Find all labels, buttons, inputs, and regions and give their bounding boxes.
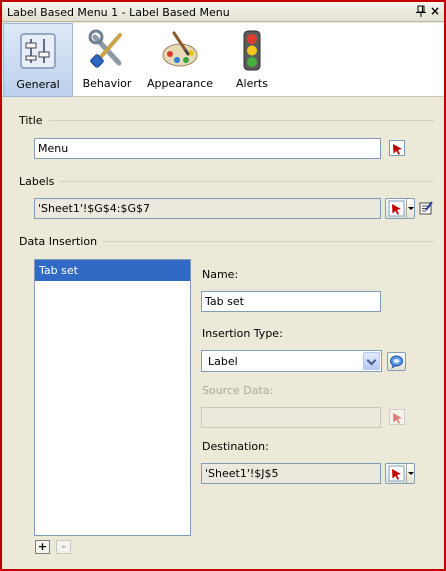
insertion-type-value: Label xyxy=(208,355,238,368)
insertion-type-select[interactable]: Label xyxy=(201,350,382,372)
name-label: Name: xyxy=(202,268,239,281)
labels-section-heading: Labels xyxy=(19,175,434,189)
title-bar[interactable]: Label Based Menu 1 - Label Based Menu × xyxy=(2,2,444,22)
labels-range-input[interactable]: 'Sheet1'!$G$4:$G$7 xyxy=(34,198,381,219)
tab-general-label: General xyxy=(16,78,60,91)
tab-appearance[interactable]: Appearance xyxy=(144,23,216,97)
speech-bubble-icon xyxy=(390,355,403,369)
tab-behavior[interactable]: Behavior xyxy=(76,23,138,97)
pin-icon[interactable] xyxy=(415,5,427,18)
behavior-tools-icon xyxy=(87,29,127,71)
title-input[interactable]: Menu xyxy=(34,138,381,159)
destination-selector-split-button[interactable] xyxy=(385,463,415,484)
window-title: Label Based Menu 1 - Label Based Menu xyxy=(7,6,230,19)
edit-labels-icon[interactable] xyxy=(419,200,434,216)
name-input[interactable]: Tab set xyxy=(201,291,381,312)
destination-input[interactable]: 'Sheet1'!$J$5 xyxy=(201,463,381,484)
cell-selector-icon[interactable] xyxy=(388,139,407,158)
tab-alerts[interactable]: Alerts xyxy=(224,23,280,97)
properties-window: Label Based Menu 1 - Label Based Menu × xyxy=(0,0,446,571)
chevron-down-icon[interactable] xyxy=(406,199,414,218)
insertion-type-label: Insertion Type: xyxy=(202,327,283,340)
general-properties-icon xyxy=(18,30,58,72)
source-data-input[interactable] xyxy=(201,407,381,428)
insertion-info-button[interactable] xyxy=(387,352,406,371)
tab-general[interactable]: General xyxy=(3,23,73,97)
remove-button[interactable]: - xyxy=(56,540,71,554)
tab-behavior-label: Behavior xyxy=(82,77,132,90)
tab-appearance-label: Appearance xyxy=(146,77,214,90)
data-insertion-section-heading: Data Insertion xyxy=(19,235,434,249)
source-data-label: Source Data: xyxy=(202,384,274,397)
title-section-heading: Title xyxy=(19,114,434,128)
section-divider xyxy=(19,120,434,121)
category-toolbar: General Behavior Appearance Alerts xyxy=(2,23,444,97)
labels-selector-split-button[interactable] xyxy=(385,198,415,219)
cell-selector-icon xyxy=(388,465,405,485)
insertion-list[interactable]: Tab set xyxy=(34,259,191,536)
list-item[interactable]: Tab set xyxy=(35,260,190,281)
chevron-down-icon[interactable] xyxy=(363,352,380,370)
chevron-down-icon[interactable] xyxy=(406,464,414,483)
destination-label: Destination: xyxy=(202,440,269,453)
cell-selector-icon[interactable] xyxy=(388,408,407,427)
add-button[interactable]: + xyxy=(35,540,50,554)
close-icon[interactable]: × xyxy=(429,4,441,18)
tab-alerts-label: Alerts xyxy=(236,77,268,90)
appearance-palette-icon xyxy=(160,29,200,71)
general-panel: Title Menu Labels 'Sheet1'!$G$4:$G$7 Dat… xyxy=(2,98,444,569)
alerts-traffic-light-icon xyxy=(232,29,272,71)
cell-selector-icon xyxy=(388,200,405,220)
section-divider xyxy=(19,181,434,182)
